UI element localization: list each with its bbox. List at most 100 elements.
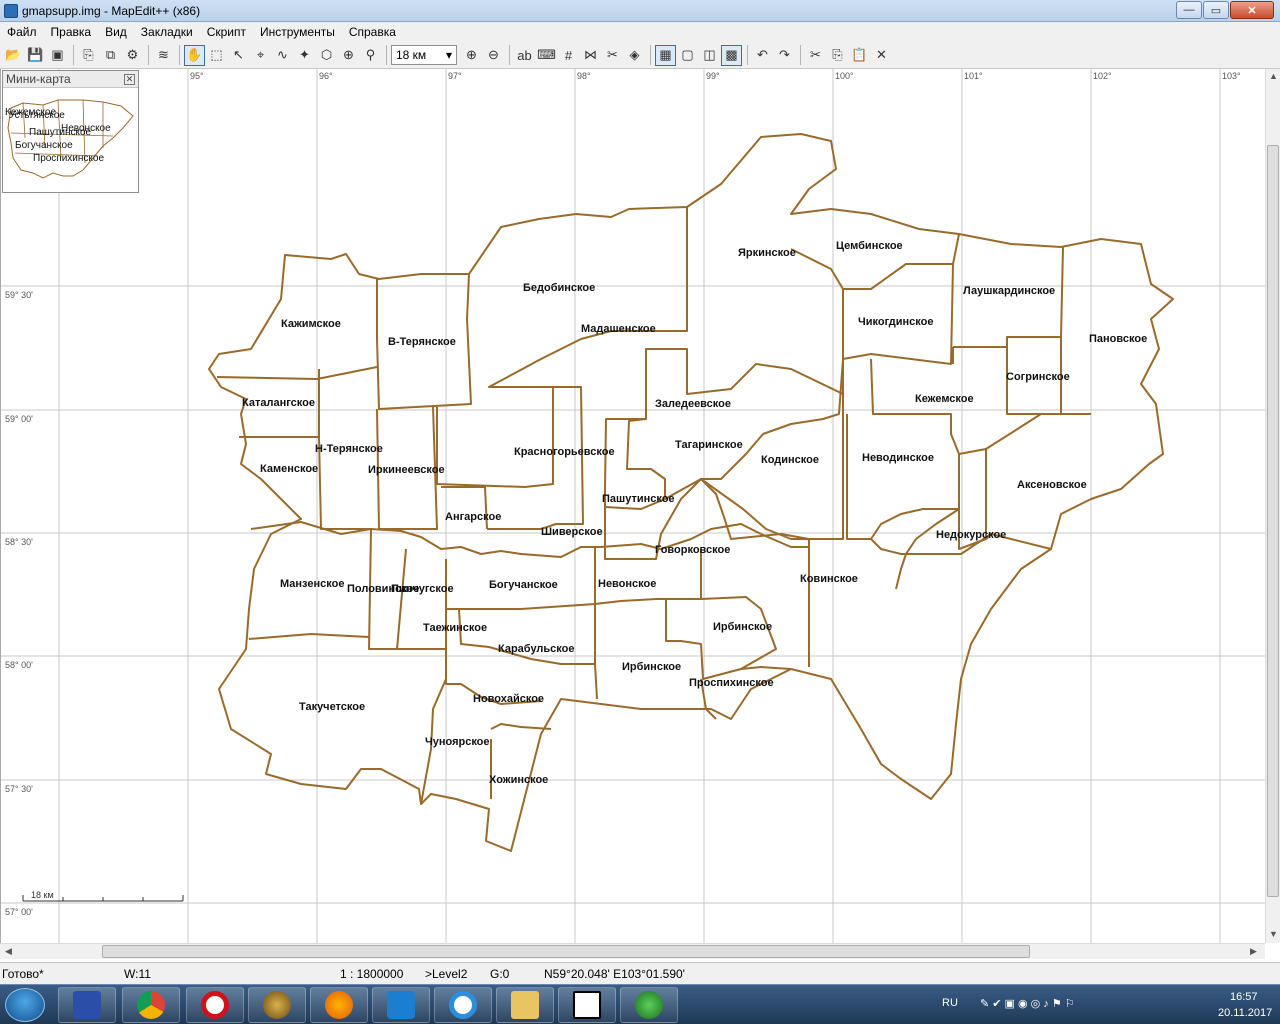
route-icon[interactable]: ⊕ [338, 45, 359, 66]
target-app[interactable] [248, 987, 306, 1023]
polyline-icon[interactable]: ∿ [272, 45, 293, 66]
vertical-scroll-thumb[interactable] [1267, 145, 1279, 897]
region-label[interactable]: Манзенское [280, 578, 344, 590]
region-label[interactable]: Недокурское [936, 529, 1006, 541]
paste-icon[interactable]: 📋 [849, 45, 870, 66]
vertical-scrollbar[interactable]: ▲ ▼ [1265, 69, 1280, 943]
region-label[interactable]: Каменское [260, 463, 318, 475]
region-label[interactable]: Богучанское [489, 579, 558, 591]
maxthon-app[interactable] [372, 987, 430, 1023]
menu-bookmarks[interactable]: Закладки [134, 22, 200, 42]
undo-icon[interactable]: ↶ [752, 45, 773, 66]
region-label[interactable]: Красногорьевское [514, 446, 615, 458]
opera-app[interactable] [186, 987, 244, 1023]
region-label[interactable]: Бедобинское [523, 282, 595, 294]
cut-icon[interactable]: ✂ [805, 45, 826, 66]
region-label[interactable]: Таежинское [423, 622, 487, 634]
firefox-app[interactable] [310, 987, 368, 1023]
export-icon[interactable]: ⧉ [100, 45, 121, 66]
map-canvas[interactable]: 95° 96° 97° 98° 99° 100° 101° 102° 103° 59° 30' 59… [0, 69, 1265, 943]
region-label[interactable]: Ирбинское [713, 621, 772, 633]
language-indicator[interactable]: RU [942, 997, 958, 1009]
minimize-button[interactable]: — [1176, 1, 1202, 19]
tracks-icon[interactable]: ≋ [153, 45, 174, 66]
view-2-icon[interactable]: ▢ [677, 45, 698, 66]
map-svg[interactable]: 95° 96° 97° 98° 99° 100° 101° 102° 103° 59° 30' 59… [1, 69, 1265, 943]
region-label[interactable]: Пашутинское [602, 493, 675, 505]
save-as-icon[interactable]: ▣ [47, 45, 68, 66]
region-label[interactable]: Такучетское [299, 701, 365, 713]
region-label[interactable]: Пановское [1089, 333, 1147, 345]
explorer-app[interactable] [496, 987, 554, 1023]
scroll-down-icon[interactable]: ▼ [1269, 927, 1278, 942]
scroll-up-icon[interactable]: ▲ [1269, 69, 1278, 84]
select-arrow-icon[interactable]: ↖ [228, 45, 249, 66]
ie-app[interactable] [434, 987, 492, 1023]
copy-icon[interactable]: ⎘ [827, 45, 848, 66]
close-button[interactable]: ✕ [1230, 1, 1274, 19]
region-label[interactable]: Пинчугское [391, 583, 454, 595]
grid-icon[interactable]: # [558, 45, 579, 66]
region-label[interactable]: Говорковское [655, 544, 730, 556]
region-label[interactable]: Чикогдинское [858, 316, 933, 328]
minimap-svg[interactable]: Кежемское Устьтянское Невонское Пашутинс… [3, 88, 138, 192]
region-label[interactable]: Аксеновское [1017, 479, 1087, 491]
edit-node-icon[interactable]: ⌖ [250, 45, 271, 66]
tray-icons[interactable]: ✎ ✔ ▣ ◉ ◎ ♪ ⚑ ⚐ [980, 997, 1075, 1010]
region-label[interactable]: Невонское [598, 578, 656, 590]
open-icon[interactable]: 📂 [3, 45, 24, 66]
zoom-out-icon[interactable]: ⊖ [483, 45, 504, 66]
save-app[interactable] [58, 987, 116, 1023]
region-label[interactable]: Цембинское [836, 240, 903, 252]
region-label[interactable]: Лаушкардинское [963, 285, 1055, 297]
layer-icon[interactable]: ◈ [624, 45, 645, 66]
region-label[interactable]: Неводинское [862, 452, 934, 464]
region-label[interactable]: Ковинское [800, 573, 858, 585]
start-button[interactable] [5, 988, 45, 1022]
region-label[interactable]: Ирбинское [622, 661, 681, 673]
menu-tools[interactable]: Инструменты [253, 22, 342, 42]
poi-icon[interactable]: ⚲ [360, 45, 381, 66]
region-label[interactable]: Согринское [1006, 371, 1070, 383]
mapedit-app[interactable] [620, 987, 678, 1023]
redo-icon[interactable]: ↷ [774, 45, 795, 66]
region-label[interactable]: Тагаринское [675, 439, 743, 451]
maximize-button[interactable]: ▭ [1203, 1, 1229, 19]
menu-edit[interactable]: Правка [44, 22, 99, 42]
region-label[interactable]: Хожинское [489, 774, 548, 786]
region-label[interactable]: Каталангское [242, 397, 315, 409]
region-label[interactable]: В-Терянское [388, 336, 456, 348]
region-label[interactable]: Чуноярское [425, 736, 490, 748]
pan-hand-icon[interactable]: ✋ [184, 44, 205, 66]
region-label[interactable]: Новохайское [473, 693, 544, 705]
region-label[interactable]: Н-Терянское [315, 443, 383, 455]
properties-icon[interactable]: ⚙ [122, 45, 143, 66]
region-label[interactable]: Ангарское [445, 511, 501, 523]
region-label[interactable]: Кежемское [915, 393, 974, 405]
region-label[interactable]: Яркинское [738, 247, 796, 259]
menu-help[interactable]: Справка [342, 22, 403, 42]
view-3-icon[interactable]: ◫ [699, 45, 720, 66]
snap-icon[interactable]: ⋈ [580, 45, 601, 66]
chrome-app[interactable] [122, 987, 180, 1023]
region-label[interactable]: Мадашенское [581, 323, 656, 335]
region-label[interactable]: Карабульское [498, 643, 575, 655]
close-icon[interactable]: ✕ [124, 73, 135, 85]
polygon-select-icon[interactable]: ⬡ [316, 45, 337, 66]
import-icon[interactable]: ⎘ [78, 45, 99, 66]
minimap-panel[interactable]: Мини-карта ✕ Кежемское Устьтянское Невон… [2, 70, 139, 193]
save-icon[interactable]: 💾 [25, 45, 46, 66]
region-label[interactable]: Иркинеевское [368, 464, 445, 476]
scroll-right-icon[interactable]: ▶ [1250, 944, 1257, 959]
7zip-app[interactable] [558, 987, 616, 1023]
menu-view[interactable]: Вид [98, 22, 134, 42]
clock-date[interactable]: 20.11.2017 [1218, 1007, 1272, 1019]
label-icon[interactable]: ab [514, 45, 535, 66]
region-label[interactable]: Кодинское [761, 454, 819, 466]
view-4-icon[interactable]: ▩ [721, 44, 742, 66]
menu-script[interactable]: Скрипт [200, 22, 253, 42]
delete-icon[interactable]: ✕ [871, 45, 892, 66]
view-1-icon[interactable]: ▦ [655, 44, 676, 66]
region-label[interactable]: Проспихинское [689, 677, 774, 689]
horizontal-scrollbar[interactable]: ◀ ▶ [0, 943, 1265, 959]
